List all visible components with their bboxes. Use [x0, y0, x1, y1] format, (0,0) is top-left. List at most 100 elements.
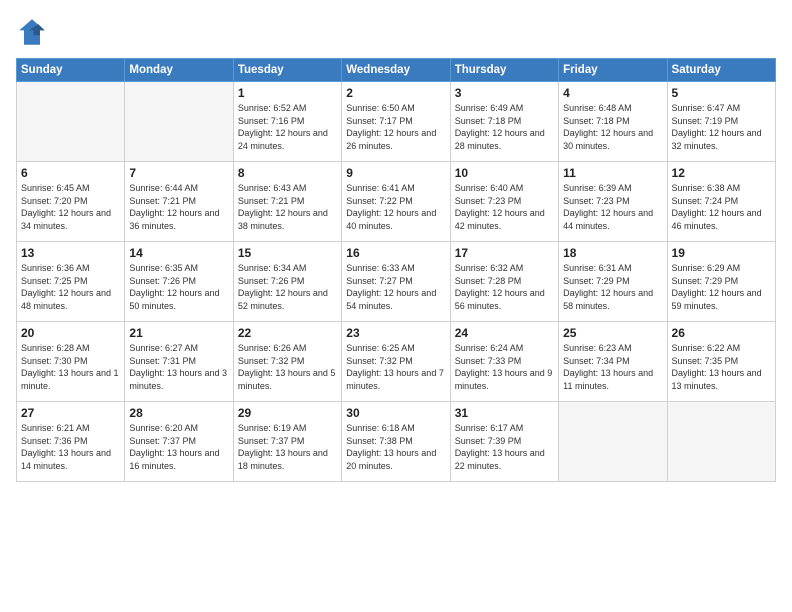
day-number: 3 — [455, 86, 554, 100]
day-header-friday: Friday — [559, 59, 667, 82]
calendar-cell — [667, 402, 775, 482]
day-header-tuesday: Tuesday — [233, 59, 341, 82]
week-row-3: 13 Sunrise: 6:36 AMSunset: 7:25 PMDayligh… — [17, 242, 776, 322]
day-number: 1 — [238, 86, 337, 100]
day-info: Sunrise: 6:48 AMSunset: 7:18 PMDaylight:… — [563, 102, 662, 152]
day-number: 7 — [129, 166, 228, 180]
calendar-cell: 20Sunrise: 6:28 AMSunset: 7:30 PMDayligh… — [17, 322, 125, 402]
calendar-cell: 19 Sunrise: 6:29 AMSunset: 7:29 PMDayligh… — [667, 242, 775, 322]
day-info: Sunrise: 6:34 AMSunset: 7:26 PMDaylight:… — [238, 262, 337, 312]
logo — [16, 16, 52, 48]
calendar-cell: 29 Sunrise: 6:19 AMSunset: 7:37 PMDayligh… — [233, 402, 341, 482]
calendar-cell: 30Sunrise: 6:18 AMSunset: 7:38 PMDayligh… — [342, 402, 450, 482]
calendar-cell: 15 Sunrise: 6:34 AMSunset: 7:26 PMDayligh… — [233, 242, 341, 322]
calendar-cell: 17 Sunrise: 6:32 AMSunset: 7:28 PMDayligh… — [450, 242, 558, 322]
calendar-cell: 9Sunrise: 6:41 AMSunset: 7:22 PMDaylight… — [342, 162, 450, 242]
day-info: Sunrise: 6:44 AMSunset: 7:21 PMDaylight:… — [129, 182, 228, 232]
day-info: Sunrise: 6:39 AMSunset: 7:23 PMDaylight:… — [563, 182, 662, 232]
day-number: 31 — [455, 406, 554, 420]
calendar-cell — [17, 82, 125, 162]
week-row-2: 6 Sunrise: 6:45 AMSunset: 7:20 PMDaylight… — [17, 162, 776, 242]
calendar-cell: 13 Sunrise: 6:36 AMSunset: 7:25 PMDayligh… — [17, 242, 125, 322]
day-info: Sunrise: 6:43 AMSunset: 7:21 PMDaylight:… — [238, 182, 337, 232]
calendar-cell: 21Sunrise: 6:27 AMSunset: 7:31 PMDayligh… — [125, 322, 233, 402]
day-number: 4 — [563, 86, 662, 100]
day-info: Sunrise: 6:25 AMSunset: 7:32 PMDaylight:… — [346, 342, 445, 392]
day-info: Sunrise: 6:32 AMSunset: 7:28 PMDaylight:… — [455, 262, 554, 312]
calendar-cell: 10 Sunrise: 6:40 AMSunset: 7:23 PMDayligh… — [450, 162, 558, 242]
calendar-cell: 24 Sunrise: 6:24 AMSunset: 7:33 PMDayligh… — [450, 322, 558, 402]
day-info: Sunrise: 6:19 AMSunset: 7:37 PMDaylight:… — [238, 422, 337, 472]
day-number: 27 — [21, 406, 120, 420]
day-info: Sunrise: 6:31 AMSunset: 7:29 PMDaylight:… — [563, 262, 662, 312]
day-number: 19 — [672, 246, 771, 260]
day-info: Sunrise: 6:20 AMSunset: 7:37 PMDaylight:… — [129, 422, 228, 472]
day-info: Sunrise: 6:21 AMSunset: 7:36 PMDaylight:… — [21, 422, 120, 472]
day-number: 17 — [455, 246, 554, 260]
day-number: 23 — [346, 326, 445, 340]
calendar-cell — [125, 82, 233, 162]
logo-icon — [16, 16, 48, 48]
day-header-saturday: Saturday — [667, 59, 775, 82]
calendar-cell: 14 Sunrise: 6:35 AMSunset: 7:26 PMDayligh… — [125, 242, 233, 322]
day-number: 25 — [563, 326, 662, 340]
week-row-5: 27 Sunrise: 6:21 AMSunset: 7:36 PMDayligh… — [17, 402, 776, 482]
calendar-cell: 11 Sunrise: 6:39 AMSunset: 7:23 PMDayligh… — [559, 162, 667, 242]
day-info: Sunrise: 6:36 AMSunset: 7:25 PMDaylight:… — [21, 262, 120, 312]
day-info: Sunrise: 6:29 AMSunset: 7:29 PMDaylight:… — [672, 262, 771, 312]
day-number: 14 — [129, 246, 228, 260]
day-number: 29 — [238, 406, 337, 420]
day-number: 6 — [21, 166, 120, 180]
day-number: 12 — [672, 166, 771, 180]
day-number: 24 — [455, 326, 554, 340]
day-number: 10 — [455, 166, 554, 180]
day-number: 15 — [238, 246, 337, 260]
week-row-4: 20Sunrise: 6:28 AMSunset: 7:30 PMDayligh… — [17, 322, 776, 402]
day-info: Sunrise: 6:38 AMSunset: 7:24 PMDaylight:… — [672, 182, 771, 232]
calendar-cell: 2 Sunrise: 6:50 AMSunset: 7:17 PMDaylight… — [342, 82, 450, 162]
day-number: 21 — [129, 326, 228, 340]
day-number: 13 — [21, 246, 120, 260]
calendar-cell: 25 Sunrise: 6:23 AMSunset: 7:34 PMDayligh… — [559, 322, 667, 402]
day-info: Sunrise: 6:52 AMSunset: 7:16 PMDaylight:… — [238, 102, 337, 152]
day-header-thursday: Thursday — [450, 59, 558, 82]
day-number: 18 — [563, 246, 662, 260]
day-number: 30 — [346, 406, 445, 420]
day-number: 2 — [346, 86, 445, 100]
calendar-cell: 6 Sunrise: 6:45 AMSunset: 7:20 PMDaylight… — [17, 162, 125, 242]
day-header-sunday: Sunday — [17, 59, 125, 82]
header-row: SundayMondayTuesdayWednesdayThursdayFrid… — [17, 59, 776, 82]
calendar-table: SundayMondayTuesdayWednesdayThursdayFrid… — [16, 58, 776, 482]
page-header — [16, 16, 776, 48]
day-number: 16 — [346, 246, 445, 260]
day-info: Sunrise: 6:23 AMSunset: 7:34 PMDaylight:… — [563, 342, 662, 392]
day-info: Sunrise: 6:45 AMSunset: 7:20 PMDaylight:… — [21, 182, 120, 232]
day-header-wednesday: Wednesday — [342, 59, 450, 82]
day-info: Sunrise: 6:33 AMSunset: 7:27 PMDaylight:… — [346, 262, 445, 312]
calendar-cell: 5 Sunrise: 6:47 AMSunset: 7:19 PMDaylight… — [667, 82, 775, 162]
day-info: Sunrise: 6:40 AMSunset: 7:23 PMDaylight:… — [455, 182, 554, 232]
day-info: Sunrise: 6:28 AMSunset: 7:30 PMDaylight:… — [21, 342, 120, 392]
day-info: Sunrise: 6:41 AMSunset: 7:22 PMDaylight:… — [346, 182, 445, 232]
day-number: 11 — [563, 166, 662, 180]
day-info: Sunrise: 6:47 AMSunset: 7:19 PMDaylight:… — [672, 102, 771, 152]
calendar-cell: 8 Sunrise: 6:43 AMSunset: 7:21 PMDaylight… — [233, 162, 341, 242]
calendar-cell: 23 Sunrise: 6:25 AMSunset: 7:32 PMDayligh… — [342, 322, 450, 402]
day-number: 22 — [238, 326, 337, 340]
calendar-cell: 7 Sunrise: 6:44 AMSunset: 7:21 PMDaylight… — [125, 162, 233, 242]
calendar-cell: 26Sunrise: 6:22 AMSunset: 7:35 PMDayligh… — [667, 322, 775, 402]
day-info: Sunrise: 6:50 AMSunset: 7:17 PMDaylight:… — [346, 102, 445, 152]
day-number: 5 — [672, 86, 771, 100]
week-row-1: 1 Sunrise: 6:52 AMSunset: 7:16 PMDaylight… — [17, 82, 776, 162]
day-info: Sunrise: 6:35 AMSunset: 7:26 PMDaylight:… — [129, 262, 228, 312]
calendar-cell: 18 Sunrise: 6:31 AMSunset: 7:29 PMDayligh… — [559, 242, 667, 322]
day-info: Sunrise: 6:22 AMSunset: 7:35 PMDaylight:… — [672, 342, 771, 392]
calendar-cell: 28Sunrise: 6:20 AMSunset: 7:37 PMDayligh… — [125, 402, 233, 482]
day-info: Sunrise: 6:24 AMSunset: 7:33 PMDaylight:… — [455, 342, 554, 392]
calendar-cell: 4 Sunrise: 6:48 AMSunset: 7:18 PMDaylight… — [559, 82, 667, 162]
calendar-cell: 16 Sunrise: 6:33 AMSunset: 7:27 PMDayligh… — [342, 242, 450, 322]
day-number: 8 — [238, 166, 337, 180]
calendar-cell: 31Sunrise: 6:17 AMSunset: 7:39 PMDayligh… — [450, 402, 558, 482]
day-header-monday: Monday — [125, 59, 233, 82]
calendar-cell — [559, 402, 667, 482]
